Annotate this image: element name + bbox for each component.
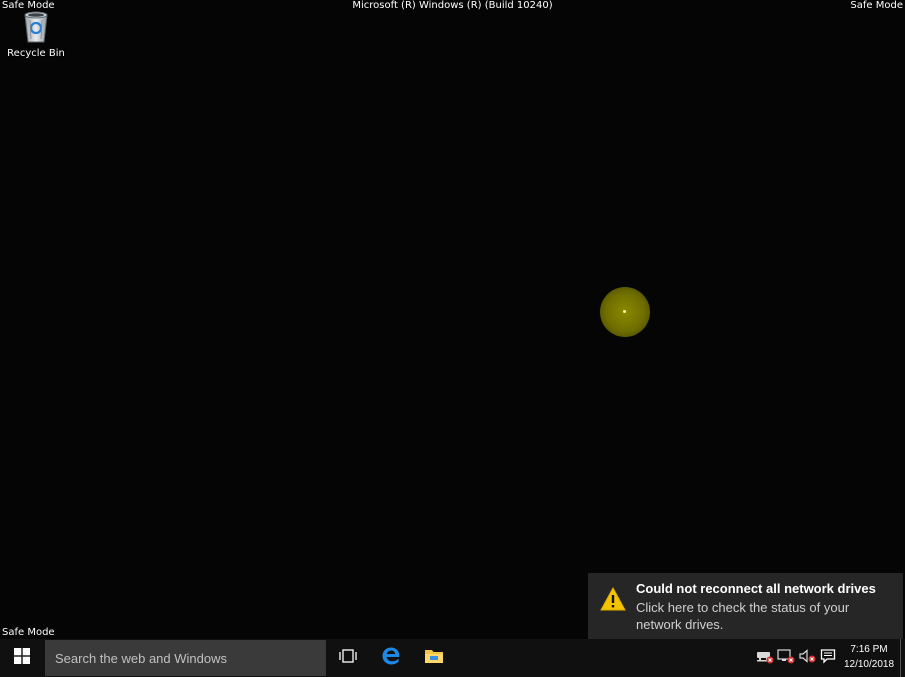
task-view-button[interactable] xyxy=(327,639,369,677)
clock-date: 12/10/2018 xyxy=(843,659,895,670)
tray-network-drive-button[interactable] xyxy=(756,648,774,668)
task-view-icon xyxy=(339,648,357,668)
taskbar: Search the web and Windows 7:16 PM 12/10… xyxy=(0,639,905,677)
safe-mode-label-top-right: Safe Mode xyxy=(850,0,903,11)
desktop: Safe Mode Microsoft (R) Windows (R) (Bui… xyxy=(0,0,905,677)
warning-icon xyxy=(600,586,626,611)
tray-action-center-button[interactable] xyxy=(819,648,837,668)
search-input[interactable]: Search the web and Windows xyxy=(45,640,326,676)
action-center-icon xyxy=(820,648,836,669)
network-error-icon xyxy=(777,648,795,669)
mouse-cursor-icon xyxy=(623,310,626,313)
desktop-icon-recycle-bin[interactable]: Recycle Bin xyxy=(4,8,68,66)
notification-title: Could not reconnect all network drives xyxy=(636,581,876,596)
notification-body: Click here to check the status of your n… xyxy=(636,600,850,632)
volume-muted-icon xyxy=(798,648,816,669)
start-button[interactable] xyxy=(0,639,44,677)
taskbar-clock[interactable]: 7:16 PM 12/10/2018 xyxy=(840,642,898,672)
tray-network-button[interactable] xyxy=(777,648,795,668)
clock-time: 7:16 PM xyxy=(850,644,888,655)
edge-icon xyxy=(381,646,401,671)
windows-logo-icon xyxy=(14,647,30,669)
file-explorer-taskbar-button[interactable] xyxy=(413,639,455,677)
tray-volume-button[interactable] xyxy=(798,648,816,668)
folder-icon xyxy=(424,647,444,670)
recycle-bin-label: Recycle Bin xyxy=(7,48,65,59)
network-drive-error-icon xyxy=(756,648,774,669)
build-watermark: Microsoft (R) Windows (R) (Build 10240) xyxy=(352,0,553,11)
recycle-bin-icon xyxy=(20,8,52,44)
notification-toast[interactable]: Could not reconnect all network drives C… xyxy=(588,573,903,639)
show-desktop-button[interactable] xyxy=(900,639,905,677)
edge-taskbar-button[interactable] xyxy=(370,639,412,677)
safe-mode-label-bottom-left: Safe Mode xyxy=(2,627,55,638)
